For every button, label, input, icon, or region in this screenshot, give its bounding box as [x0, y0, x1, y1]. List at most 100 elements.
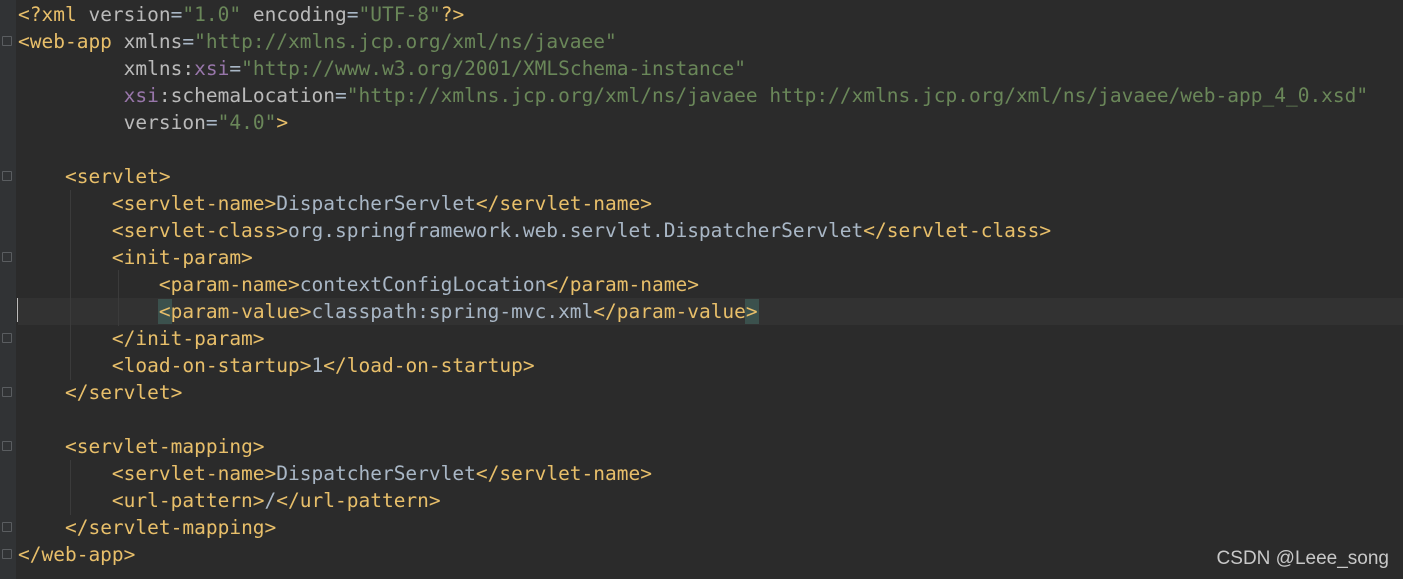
code-token: version	[88, 3, 171, 26]
code-token: DispatcherServlet	[276, 192, 476, 215]
code-token: xsi	[194, 57, 230, 80]
code-line[interactable]: </servlet-mapping>	[18, 514, 1403, 541]
code-token: <?xml	[18, 3, 89, 26]
editor-gutter	[0, 0, 16, 579]
code-token: =	[229, 57, 242, 80]
code-token: <servlet-name>	[111, 462, 277, 485]
indent-guide	[118, 270, 119, 326]
code-token: <servlet-class>	[111, 219, 289, 242]
code-line[interactable]: <servlet>	[18, 163, 1403, 190]
code-token: </url-pattern>	[276, 489, 441, 512]
watermark-text: CSDN @Leee_song	[1216, 548, 1389, 569]
code-line[interactable]: <url-pattern>/</url-pattern>	[18, 487, 1403, 514]
code-token: =	[170, 3, 183, 26]
code-token: =	[335, 84, 347, 107]
code-token: <init-param>	[111, 246, 253, 269]
code-line[interactable]	[18, 136, 1403, 163]
code-token: <param-name>	[158, 273, 300, 296]
code-line[interactable]: </web-app>	[18, 541, 1403, 568]
code-token: xmlns	[123, 30, 183, 53]
indent-guide	[70, 190, 71, 380]
fold-marker-icon[interactable]	[2, 549, 12, 559]
fold-marker-icon[interactable]	[2, 387, 12, 397]
code-line[interactable]: <?xml version="1.0" encoding="UTF-8"?>	[18, 1, 1403, 28]
fold-marker-icon[interactable]	[2, 171, 12, 181]
code-token: DispatcherServlet	[276, 462, 476, 485]
code-token: encoding	[252, 3, 347, 26]
fold-marker-icon[interactable]	[2, 522, 12, 532]
code-line[interactable]: <web-app xmlns="http://xmlns.jcp.org/xml…	[18, 28, 1403, 55]
code-token: ?>	[440, 3, 465, 26]
code-line[interactable]: <load-on-startup>1</load-on-startup>	[18, 352, 1403, 379]
code-token: </web-app>	[18, 543, 136, 566]
code-line[interactable]: <servlet-class>org.springframework.web.s…	[18, 217, 1403, 244]
code-token: </servlet>	[64, 381, 183, 404]
code-token: xmlns:	[123, 57, 195, 80]
code-token: <servlet-mapping>	[64, 435, 265, 458]
code-token: "1.0"	[182, 3, 242, 26]
fold-marker-icon[interactable]	[2, 36, 12, 46]
code-line[interactable]: <servlet-name>DispatcherServlet</servlet…	[18, 460, 1403, 487]
code-token: =	[205, 111, 218, 134]
code-token: <servlet>	[64, 165, 171, 188]
code-token: </servlet-class>	[863, 219, 1052, 242]
code-line[interactable]: <param-value>classpath:spring-mvc.xml</p…	[18, 298, 1403, 325]
code-line[interactable]: <servlet-mapping>	[18, 433, 1403, 460]
code-token: =	[346, 3, 359, 26]
code-line[interactable]: <init-param>	[18, 244, 1403, 271]
code-token: </param-name>	[546, 273, 699, 296]
fold-marker-icon[interactable]	[2, 333, 12, 343]
code-token: /	[264, 489, 277, 512]
code-token: xsi	[123, 84, 159, 107]
code-token: version	[123, 111, 206, 134]
code-token: "http://xmlns.jcp.org/xml/ns/javaee http…	[346, 84, 1369, 107]
code-token: <servlet-name>	[111, 192, 277, 215]
code-token: <	[158, 300, 171, 323]
code-line[interactable]: <servlet-name>DispatcherServlet</servlet…	[18, 190, 1403, 217]
code-token: </servlet-name>	[475, 462, 652, 485]
code-token: >	[745, 300, 758, 323]
code-token: <web-app	[18, 30, 124, 53]
code-line[interactable]: xmlns:xsi="http://www.w3.org/2001/XMLSch…	[18, 55, 1403, 82]
code-line[interactable]: version="4.0">	[18, 109, 1403, 136]
code-token: classpath:spring-mvc.xml	[311, 300, 594, 323]
code-token: "http://xmlns.jcp.org/xml/ns/javaee"	[194, 30, 617, 53]
code-token: </servlet-mapping>	[64, 516, 277, 539]
code-token: contextConfigLocation	[299, 273, 547, 296]
code-editor[interactable]: <?xml version="1.0" encoding="UTF-8"?> <w…	[0, 0, 1403, 579]
indent-guide	[70, 460, 71, 515]
code-token: </servlet-name>	[475, 192, 652, 215]
code-content[interactable]: <?xml version="1.0" encoding="UTF-8"?> <w…	[18, 1, 1403, 568]
code-token: "http://www.w3.org/2001/XMLSchema-instan…	[241, 57, 746, 80]
code-line[interactable]: <param-name>contextConfigLocation</param…	[18, 271, 1403, 298]
code-token: <url-pattern>	[111, 489, 265, 512]
code-token: "UTF-8"	[358, 3, 441, 26]
code-token: </param-value	[593, 300, 746, 323]
code-line[interactable]: xsi:schemaLocation="http://xmlns.jcp.org…	[18, 82, 1403, 109]
code-token: param-value>	[170, 300, 312, 323]
fold-marker-icon[interactable]	[2, 252, 12, 262]
code-token: </load-on-startup>	[323, 354, 535, 377]
code-line[interactable]	[18, 406, 1403, 433]
fold-marker-icon[interactable]	[2, 441, 12, 451]
code-token: =	[182, 30, 195, 53]
code-line[interactable]: </servlet>	[18, 379, 1403, 406]
code-token: "4.0"	[217, 111, 277, 134]
code-line[interactable]: </init-param>	[18, 325, 1403, 352]
